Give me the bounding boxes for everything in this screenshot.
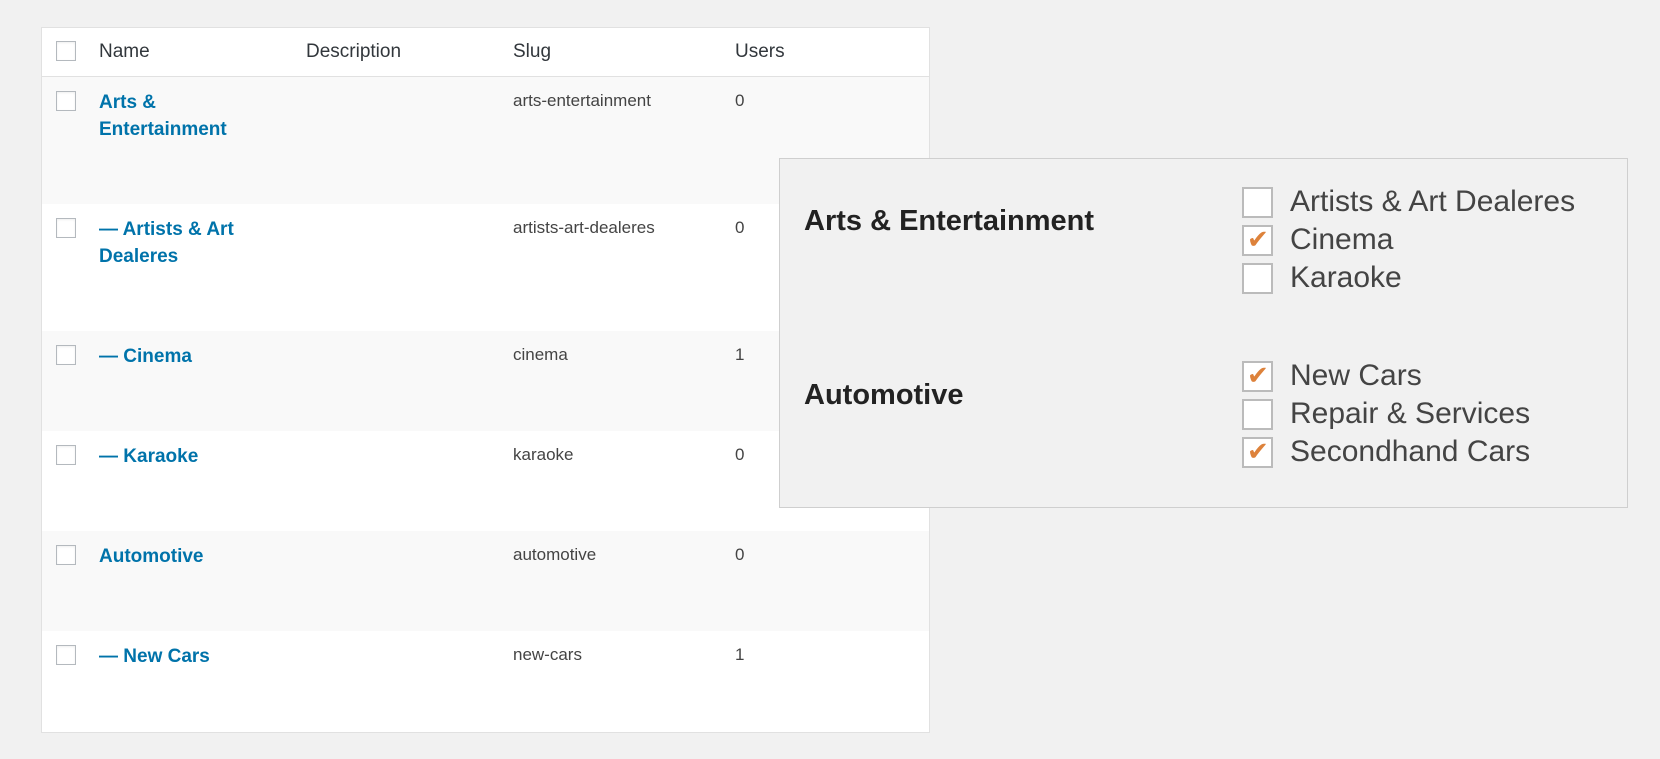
checkmark-icon: ✔: [1247, 436, 1269, 466]
option-label[interactable]: Secondhand Cars: [1290, 435, 1530, 469]
term-name-link[interactable]: Automotive: [99, 543, 259, 570]
row-checkbox[interactable]: [56, 445, 76, 465]
column-header-slug[interactable]: Slug: [513, 41, 551, 63]
row-checkbox[interactable]: [56, 91, 76, 111]
table-row: — New Cars new-cars 1: [42, 631, 929, 732]
term-slug: automotive: [513, 545, 597, 564]
option-label[interactable]: New Cars: [1290, 359, 1422, 393]
term-slug: new-cars: [513, 645, 582, 664]
option-label[interactable]: Cinema: [1290, 223, 1393, 257]
row-checkbox[interactable]: [56, 218, 76, 238]
row-checkbox[interactable]: [56, 645, 76, 665]
row-checkbox[interactable]: [56, 345, 76, 365]
term-slug: arts-entertainment: [513, 91, 651, 110]
term-users-count: 0: [735, 91, 745, 110]
category-selection-panel: Arts & Entertainment Artists & Art Deale…: [779, 158, 1628, 508]
term-users-count: 1: [735, 345, 745, 364]
term-users-count: 1: [735, 645, 745, 664]
term-name-link[interactable]: Arts & Entertainment: [99, 89, 259, 143]
checkmark-icon: ✔: [1247, 360, 1269, 390]
option-label[interactable]: Repair & Services: [1290, 397, 1530, 431]
column-header-description[interactable]: Description: [306, 41, 401, 63]
term-slug: artists-art-dealeres: [513, 218, 655, 237]
option-checkbox[interactable]: [1242, 399, 1273, 430]
term-name-link[interactable]: — Karaoke: [99, 443, 259, 470]
option-checkbox[interactable]: [1242, 187, 1273, 218]
option-checkbox[interactable]: ✔: [1242, 360, 1273, 392]
option-label[interactable]: Karaoke: [1290, 261, 1402, 295]
term-users-count: 0: [735, 545, 745, 564]
group-title: Arts & Entertainment: [804, 205, 1095, 237]
column-header-name[interactable]: Name: [99, 41, 150, 63]
term-name-link[interactable]: — New Cars: [99, 643, 259, 670]
table-header: Name Description Slug Users: [42, 28, 929, 77]
term-slug: cinema: [513, 345, 568, 364]
option-checkbox[interactable]: ✔: [1242, 224, 1273, 256]
term-users-count: 0: [735, 445, 745, 464]
group-title: Automotive: [804, 379, 964, 411]
term-slug: karaoke: [513, 445, 574, 464]
checkmark-icon: ✔: [1247, 224, 1269, 254]
term-name-link[interactable]: — Artists & Art Dealeres: [99, 216, 259, 270]
option-label[interactable]: Artists & Art Dealeres: [1290, 185, 1575, 219]
term-users-count: 0: [735, 218, 745, 237]
term-name-link[interactable]: — Cinema: [99, 343, 259, 370]
table-row: Automotive automotive 0: [42, 531, 929, 631]
column-header-users[interactable]: Users: [735, 41, 785, 63]
select-all-checkbox[interactable]: [56, 41, 76, 61]
option-checkbox[interactable]: ✔: [1242, 436, 1273, 468]
option-checkbox[interactable]: [1242, 263, 1273, 294]
row-checkbox[interactable]: [56, 545, 76, 565]
